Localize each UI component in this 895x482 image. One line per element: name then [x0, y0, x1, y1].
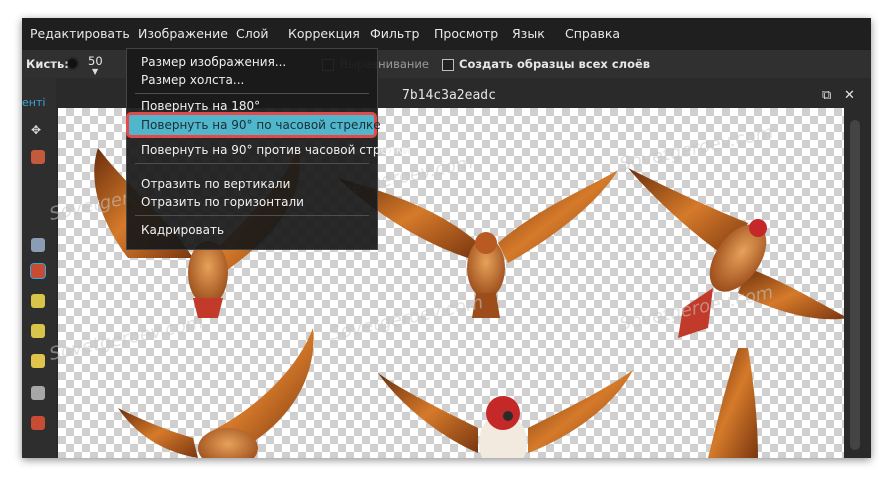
menu-edit[interactable]: Редактировать [30, 18, 130, 50]
scrollbar-thumb[interactable] [850, 120, 860, 450]
stamp-tool-icon[interactable] [30, 263, 46, 279]
menu-image[interactable]: Изображение [138, 18, 228, 50]
menu-language[interactable]: Язык [512, 18, 545, 50]
document-title: 7b14c3a2eadc [402, 88, 496, 103]
panel-tab-fragment[interactable]: енті [22, 96, 45, 109]
menu-bar: Редактировать Изображение Слой Коррекция… [22, 18, 871, 50]
menu-help[interactable]: Справка [565, 18, 620, 50]
close-icon[interactable]: ✕ [844, 88, 855, 103]
menu-item-rotate-90-cw-label: Повернуть на 90° по часовой стрелке [141, 118, 381, 132]
move-tool-icon[interactable]: ✥ [31, 123, 45, 137]
dropper-tool-icon[interactable] [31, 238, 45, 252]
brush-tool-icon[interactable] [31, 294, 45, 308]
smudge-tool-icon[interactable] [31, 354, 45, 368]
sample-all-layers-label: Создать образцы всех слоёв [459, 57, 651, 71]
brush-size-value[interactable]: 50 [88, 54, 103, 68]
menu-separator [135, 163, 369, 164]
lasso-tool-icon[interactable] [31, 150, 45, 164]
bucket-tool-icon[interactable] [31, 416, 45, 430]
bird-6 [708, 348, 758, 458]
menu-separator [135, 215, 369, 216]
chevron-down-icon[interactable]: ▼ [92, 67, 98, 76]
menu-item-rotate-90-cw[interactable]: Повернуть на 90° по часовой стрелке [126, 112, 381, 138]
maximize-icon[interactable]: ⧉ [822, 88, 831, 103]
brush-preview-icon[interactable] [68, 59, 77, 68]
vertical-scrollbar[interactable] [847, 108, 867, 458]
menu-layer[interactable]: Слой [236, 18, 269, 50]
editor-window: Редактировать Изображение Слой Коррекция… [22, 18, 871, 458]
menu-item-canvas-size[interactable]: Размер холста... [141, 73, 244, 87]
eraser-tool-icon[interactable] [31, 386, 45, 400]
menu-view[interactable]: Просмотр [434, 18, 498, 50]
bird-5 [378, 370, 633, 458]
menu-item-rotate-90-ccw[interactable]: Повернуть на 90° против часовой стрелки [141, 143, 411, 157]
sample-all-layers-checkbox[interactable] [442, 59, 454, 71]
menu-item-crop[interactable]: Кадрировать [141, 223, 224, 237]
menu-filter[interactable]: Фильтр [370, 18, 419, 50]
bird-4 [118, 328, 314, 458]
brush-label: Кисть: [26, 57, 69, 71]
menu-item-flip-vertical[interactable]: Отразить по вертикали [141, 177, 290, 191]
pencil-tool-icon[interactable] [31, 324, 45, 338]
image-menu-dropdown: Размер изображения... Размер холста... П… [126, 48, 411, 250]
menu-item-image-size[interactable]: Размер изображения... [141, 55, 286, 69]
menu-item-rotate-180[interactable]: Повернуть на 180° [141, 99, 260, 113]
tool-rail: енті ✥ [22, 78, 56, 458]
menu-item-flip-horizontal[interactable]: Отразить по горизонтали [141, 195, 304, 209]
menu-separator [135, 93, 369, 94]
menu-adjust[interactable]: Коррекция [288, 18, 360, 50]
